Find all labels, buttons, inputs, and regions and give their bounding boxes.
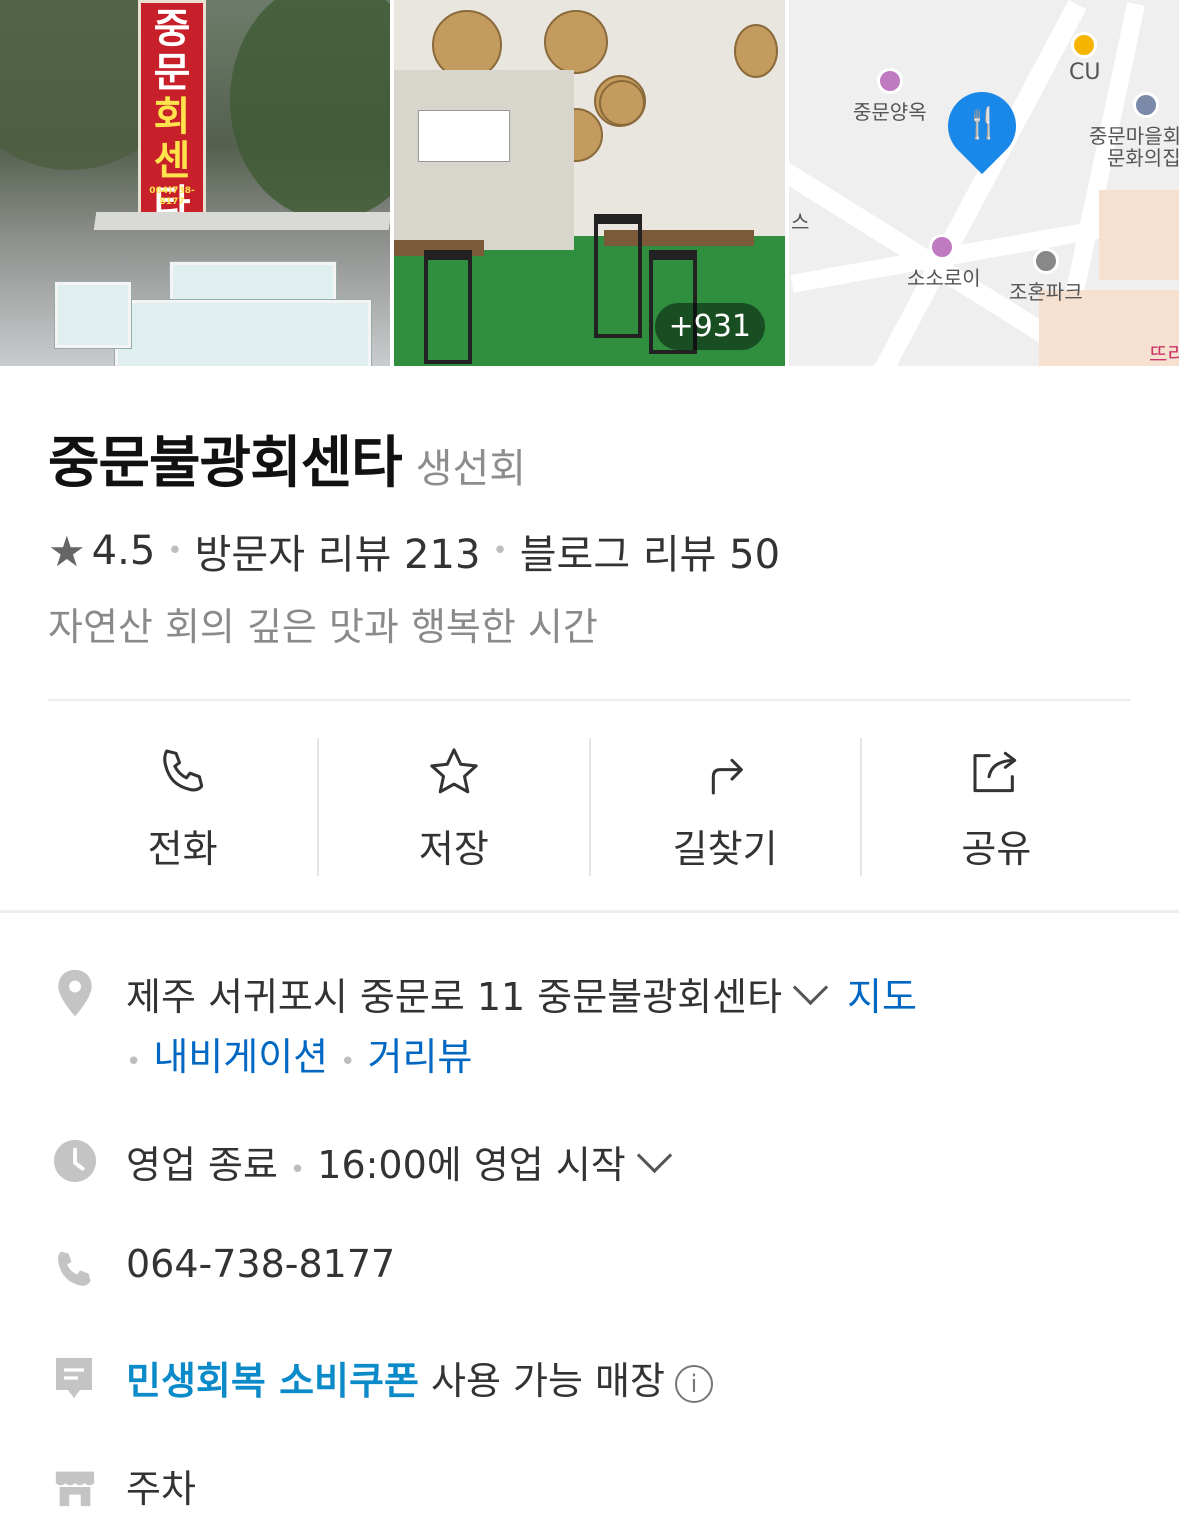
wood-plate [734,24,778,78]
sign-phone: 064)738-8177 [149,186,195,207]
hours-next: 16:00에 영업 시작 [317,1143,626,1187]
separator-dot: • [167,536,183,566]
photo-count-badge[interactable]: +931 [654,303,765,350]
section-divider [0,910,1179,913]
share-icon [973,751,1017,793]
action-bar: 전화 저장 길찾기 공유 [48,738,1131,876]
hours-status: 영업 종료 [126,1143,278,1187]
chevron-down-icon[interactable] [792,969,829,1006]
chevron-down-icon[interactable] [636,1137,672,1174]
wood-plate [544,10,608,74]
sign-char: 센 [153,138,191,184]
storefront-photo[interactable]: 중 문 회 센 타 064)738-8177 [0,0,390,366]
save-button[interactable]: 저장 [319,738,591,876]
poi-icon [877,68,903,94]
navigation-link[interactable]: 내비게이션 [153,1035,328,1079]
fish-tank [115,300,371,366]
poi-label: 소소로이 [907,266,981,290]
blog-reviews-link[interactable]: 블로그 리뷰 50 [520,522,780,580]
separator-dot: • [492,536,508,566]
chair [424,250,472,364]
map-link[interactable]: 지도 [847,975,917,1019]
turn-arrow-icon [711,758,743,795]
call-label: 전화 [147,827,218,871]
poi-icon [1133,92,1159,118]
store-icon [1071,32,1097,58]
menu-board [418,110,510,162]
place-name: 중문불광회센타 [48,431,403,496]
phone-number[interactable]: 064-738-8177 [126,1242,395,1286]
map-thumbnail[interactable]: 중문양옥 CU 중문마을회 문화의집 소소로이 조혼파크 뜨리 스 [789,0,1179,366]
poi-icon [1033,248,1059,274]
star-icon: ★ [48,526,86,576]
call-button[interactable]: 전화 [48,738,320,876]
sign-char: 문 [153,50,191,96]
poi-label: 조혼파크 [1009,280,1083,304]
title-row: 중문불광회센타 생선회 [48,418,526,499]
info-icon[interactable]: i [674,1364,713,1403]
poi-label: CU [1069,60,1101,85]
save-label: 저장 [418,827,489,871]
wood-plate [599,80,645,126]
poi-label: 스 [791,210,810,234]
ivy-wall [230,0,390,220]
share-label: 공유 [961,827,1032,871]
sign-char: 회 [153,94,191,140]
store-sign: 중 문 회 센 타 064)738-8177 [138,0,206,227]
memo-icon [56,1358,92,1398]
place-category: 생선회 [415,446,527,492]
rating-row: ★ 4.5 • 방문자 리뷰 213 • 블로그 리뷰 50 [48,522,780,580]
poi-icon [929,234,955,260]
coupon-text: 사용 가능 매장 [431,1359,665,1403]
separator-dot: • [340,1047,356,1077]
separator-dot: • [126,1047,142,1077]
sign-char: 중 [153,6,191,52]
directions-button[interactable]: 길찾기 [591,738,862,876]
poi-label: 중문양옥 [853,100,927,124]
store-icon [55,1471,95,1507]
rating-value: 4.5 [91,528,156,574]
clock-icon [53,1139,97,1183]
place-description: 자연산 회의 깊은 맛과 행복한 시간 [48,605,598,649]
chair [594,214,642,338]
phone-icon [58,1251,91,1286]
poi-label: 문화의집 [1107,146,1179,170]
coupon-highlight: 민생회복 소비쿠폰 [126,1359,419,1403]
fish-tank [55,282,131,348]
map-block [1099,190,1179,280]
canopy-roof [93,212,390,230]
share-button[interactable]: 공유 [862,738,1131,876]
streetview-link[interactable]: 거리뷰 [368,1035,473,1079]
directions-label: 길찾기 [672,827,778,871]
phone-icon [162,749,203,792]
photo-strip: 중 문 회 센 타 064)738-8177 +931 중문양옥 CU 중문마을… [0,0,1179,366]
parking-text: 주차 [126,1467,196,1511]
star-outline-icon [430,748,478,794]
divider [48,699,1131,701]
poi-label: 뜨리 [1149,342,1179,366]
visitor-reviews-link[interactable]: 방문자 리뷰 213 [195,522,481,580]
interior-photo[interactable]: +931 [394,0,785,366]
address-text[interactable]: 제주 서귀포시 중문로 11 중문불광회센타 [126,975,782,1019]
separator-dot: • [289,1155,306,1185]
fork-knife-icon: 🍴 [964,106,1002,141]
location-pin-icon [58,969,92,1017]
